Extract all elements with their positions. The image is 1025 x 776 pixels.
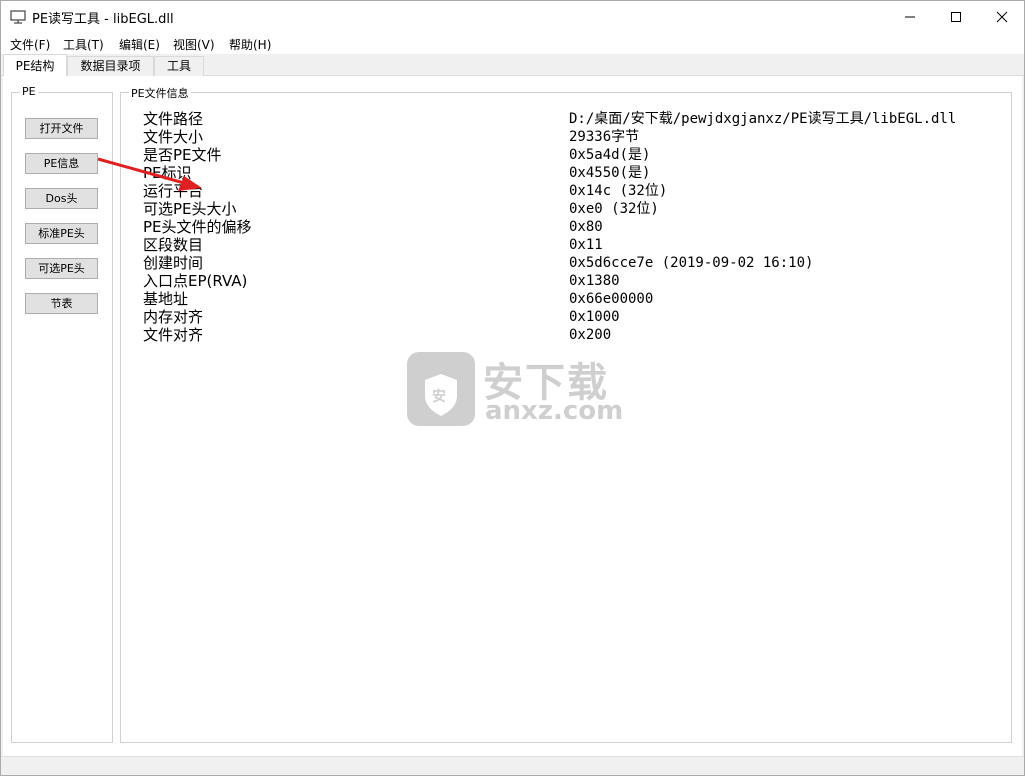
tab-data-directory[interactable]: 数据目录项 (67, 56, 154, 76)
info-label: 文件大小 (143, 128, 204, 146)
maximize-button[interactable] (933, 1, 979, 32)
menu-bar: 文件(F) 工具(T) 编辑(E) 视图(V) 帮助(H) (1, 32, 1024, 54)
app-window: PE读写工具 - libEGL.dll 文件(F) 工具(T) 编辑(E) 视图… (0, 0, 1025, 776)
pe-group-title: PE (20, 85, 38, 98)
info-value: D:/桌面/安下载/pewjdxgjanxz/PE读写工具/libEGL.dll (569, 111, 957, 127)
info-label: 入口点EP(RVA) (143, 272, 248, 290)
info-value: 0x1380 (569, 273, 620, 289)
info-value: 0xe0 (32位) (569, 201, 659, 217)
info-label: 基地址 (143, 290, 189, 308)
info-value: 0x80 (569, 219, 603, 235)
close-icon (996, 11, 1008, 22)
info-label: 内存对齐 (143, 308, 204, 326)
info-value: 0x14c (32位) (569, 183, 668, 199)
dos-header-button[interactable]: Dos头 (25, 188, 98, 209)
watermark-badge: 安 (432, 389, 446, 405)
monitor-icon (10, 10, 26, 24)
pe-info-button[interactable]: PE信息 (25, 153, 98, 174)
info-value: 0x5d6cce7e (2019-09-02 16:10) (569, 255, 814, 271)
watermark: 安 安下载 anxz.com (405, 346, 635, 430)
standard-pe-header-button[interactable]: 标准PE头 (25, 223, 98, 244)
minimize-icon (905, 16, 915, 17)
menu-view[interactable]: 视图(V) (173, 36, 215, 53)
info-label: 可选PE头大小 (143, 200, 237, 218)
optional-pe-header-button[interactable]: 可选PE头 (25, 258, 98, 279)
minimize-button[interactable] (887, 1, 933, 32)
watermark-domain: anxz.com (485, 396, 624, 426)
section-table-button[interactable]: 节表 (25, 293, 98, 314)
close-button[interactable] (979, 1, 1025, 32)
info-value: 0x1000 (569, 309, 620, 325)
menu-file[interactable]: 文件(F) (10, 36, 50, 53)
window-title: PE读写工具 - libEGL.dll (32, 12, 174, 27)
status-bar (1, 756, 1024, 775)
title-bar: PE读写工具 - libEGL.dll (1, 1, 1024, 32)
tab-pe-structure[interactable]: PE结构 (3, 54, 67, 77)
info-value: 0x4550(是) (569, 165, 651, 181)
info-label: PE头文件的偏移 (143, 218, 252, 236)
info-value: 29336字节 (569, 129, 640, 145)
menu-edit[interactable]: 编辑(E) (119, 36, 160, 53)
info-value: 0x200 (569, 327, 612, 343)
maximize-icon (951, 11, 961, 22)
menu-help[interactable]: 帮助(H) (229, 36, 271, 53)
info-label: 区段数目 (143, 236, 204, 254)
info-label: 创建时间 (143, 254, 204, 272)
info-value: 0x5a4d(是) (569, 147, 651, 163)
tab-tools[interactable]: 工具 (154, 56, 204, 76)
pe-info-group-title: PE文件信息 (129, 85, 191, 101)
open-file-button[interactable]: 打开文件 (25, 118, 98, 139)
menu-tools[interactable]: 工具(T) (63, 36, 104, 53)
info-value: 0x11 (569, 237, 603, 253)
info-label: 文件路径 (143, 110, 204, 128)
tab-strip: PE结构 数据目录项 工具 (1, 54, 1024, 77)
info-label: 文件对齐 (143, 326, 204, 344)
red-arrow-annotation (97, 157, 202, 191)
info-value: 0x66e00000 (569, 291, 654, 307)
